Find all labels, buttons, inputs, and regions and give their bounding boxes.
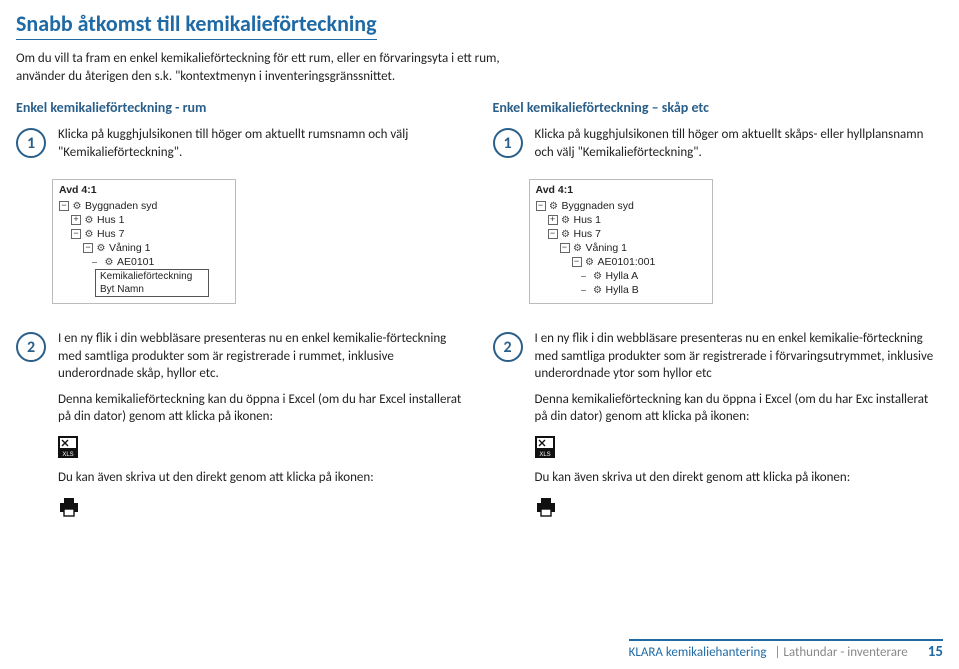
column-right-2: 2 I en ny flik i din webbläsare presente…	[493, 330, 944, 538]
gear-icon[interactable]	[561, 214, 571, 226]
step-badge-2: 2	[493, 332, 523, 362]
expand-icon[interactable]: +	[71, 215, 81, 225]
tree-node-label: Hus 1	[97, 214, 124, 226]
tree-node[interactable]: + Hus 1	[59, 213, 229, 227]
collapse-icon[interactable]: −	[548, 229, 558, 239]
collapse-icon[interactable]: −	[560, 243, 570, 253]
collapse-icon[interactable]: −	[83, 243, 93, 253]
ctx-item-bytnamn[interactable]: Byt Namn	[96, 283, 208, 296]
gear-icon[interactable]	[573, 242, 583, 254]
tree-node-label: Hus 7	[97, 228, 124, 240]
left-step-2: 2 I en ny flik i din webbläsare presente…	[16, 330, 467, 528]
footer-brand: KLARA kemikaliehantering	[629, 645, 767, 660]
tree-right: Avd 4:1 − Byggnaden syd + Hus 1 − Hus 7 …	[529, 179, 713, 304]
right-step2b: Denna kemikalieförteckning kan du öppna …	[535, 391, 944, 426]
gear-icon[interactable]	[84, 214, 94, 226]
tree-node[interactable]: − AE0101:001	[536, 255, 706, 269]
collapse-icon[interactable]: −	[71, 229, 81, 239]
svg-text:XLS: XLS	[62, 452, 73, 458]
svg-text:XLS: XLS	[539, 452, 550, 458]
expand-icon[interactable]: +	[548, 215, 558, 225]
leaf-icon	[584, 287, 590, 293]
gear-icon[interactable]	[593, 270, 603, 282]
gear-icon[interactable]	[84, 228, 94, 240]
gear-icon[interactable]	[104, 256, 114, 268]
tree-node-label: Våning 1	[109, 242, 150, 254]
tree-node[interactable]: Hylla A	[536, 269, 706, 283]
xls-icon[interactable]: XLS	[58, 436, 78, 458]
right-step2a: I en ny flik i din webbläsare presentera…	[535, 330, 944, 383]
page-title: Snabb åtkomst till kemikalieförteckning	[16, 10, 377, 40]
leaf-icon	[584, 273, 590, 279]
column-left: Enkel kemikalieförteckning - rum 1 Klick…	[16, 99, 467, 312]
left-step2a: I en ny flik i din webbläsare presentera…	[58, 330, 467, 383]
printer-icon[interactable]	[58, 497, 80, 517]
step-badge-1: 1	[16, 128, 46, 158]
right-step1-text: Klicka på kugghjulsikonen till höger om …	[535, 126, 944, 161]
ctx-item-kemforteckning[interactable]: Kemikalieförteckning	[96, 270, 208, 283]
tree-node-label: AE0101	[117, 256, 154, 268]
right-step-2: 2 I en ny flik i din webbläsare presente…	[493, 330, 944, 528]
printer-icon[interactable]	[535, 497, 557, 517]
xls-icon[interactable]: XLS	[535, 436, 555, 458]
tree-node[interactable]: − Byggnaden syd	[59, 199, 229, 213]
tree-node[interactable]: − Hus 7	[59, 227, 229, 241]
tree-node-label: Byggnaden syd	[85, 200, 157, 212]
collapse-icon[interactable]: −	[536, 201, 546, 211]
tree-node-label: Hylla A	[606, 270, 639, 282]
tree-node-label: Hylla B	[606, 284, 639, 296]
step-badge-2: 2	[16, 332, 46, 362]
right-step-1: 1 Klicka på kugghjulsikonen till höger o…	[493, 126, 944, 169]
tree-left-title: Avd 4:1	[59, 184, 229, 196]
gear-icon[interactable]	[549, 200, 559, 212]
gear-icon[interactable]	[96, 242, 106, 254]
tree-node[interactable]: − Hus 7	[536, 227, 706, 241]
left-step1-text: Klicka på kugghjulsikonen till höger om …	[58, 126, 467, 161]
column-left-2: 2 I en ny flik i din webbläsare presente…	[16, 330, 467, 538]
leaf-icon	[95, 259, 101, 265]
gear-icon[interactable]	[72, 200, 82, 212]
tree-node[interactable]: − Våning 1	[536, 241, 706, 255]
left-step2b: Denna kemikalieförteckning kan du öppna …	[58, 391, 467, 426]
left-step2c: Du kan även skriva ut den direkt genom a…	[58, 469, 467, 487]
gear-icon[interactable]	[593, 284, 603, 296]
tree-node[interactable]: AE0101	[59, 255, 229, 269]
context-menu: Kemikalieförteckning Byt Namn	[95, 269, 209, 297]
step-badge-1: 1	[493, 128, 523, 158]
footer-subtitle: | Lathundar - inventerare	[774, 645, 907, 660]
gear-icon[interactable]	[561, 228, 571, 240]
tree-node[interactable]: + Hus 1	[536, 213, 706, 227]
tree-node-label: Hus 1	[574, 214, 601, 226]
right-step2c: Du kan även skriva ut den direkt genom a…	[535, 469, 944, 487]
gear-icon[interactable]	[585, 256, 595, 268]
tree-node-label: Byggnaden syd	[562, 200, 634, 212]
footer: KLARA kemikaliehantering | Lathundar - i…	[16, 639, 943, 661]
collapse-icon[interactable]: −	[59, 201, 69, 211]
tree-node-label: Hus 7	[574, 228, 601, 240]
tree-node-label: AE0101:001	[598, 256, 656, 268]
tree-node[interactable]: − Våning 1	[59, 241, 229, 255]
left-step-1: 1 Klicka på kugghjulsikonen till höger o…	[16, 126, 467, 169]
footer-page-number: 15	[928, 643, 943, 661]
tree-left: Avd 4:1 − Byggnaden syd + Hus 1 − Hus 7 …	[52, 179, 236, 304]
tree-node[interactable]: − Byggnaden syd	[536, 199, 706, 213]
tree-node[interactable]: Hylla B	[536, 283, 706, 297]
subhead-left: Enkel kemikalieförteckning - rum	[16, 99, 467, 116]
column-right: Enkel kemikalieförteckning – skåp etc 1 …	[493, 99, 944, 312]
collapse-icon[interactable]: −	[572, 257, 582, 267]
tree-node-label: Våning 1	[586, 242, 627, 254]
tree-right-title: Avd 4:1	[536, 184, 706, 196]
subhead-right: Enkel kemikalieförteckning – skåp etc	[493, 99, 944, 116]
intro-text: Om du vill ta fram en enkel kemikalieför…	[16, 50, 536, 85]
